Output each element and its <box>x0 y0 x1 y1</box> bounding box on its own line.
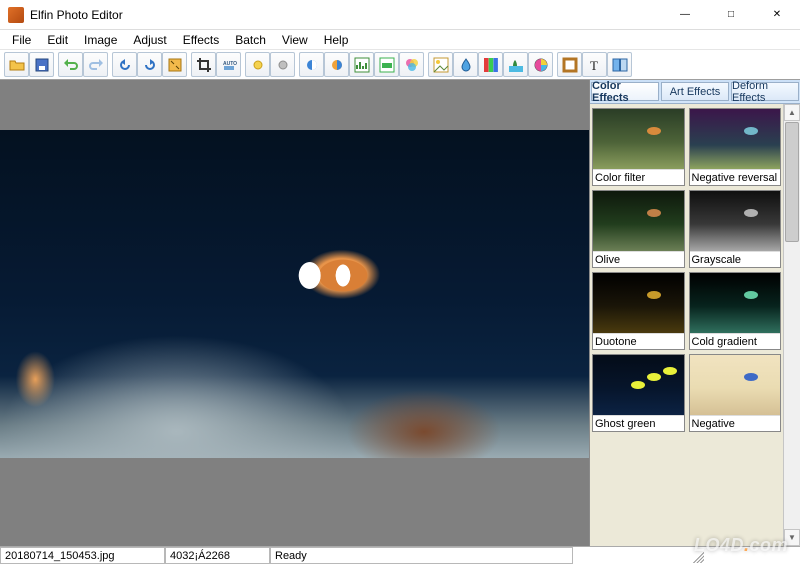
effect-label: Color filter <box>593 169 684 185</box>
levels-button[interactable] <box>374 52 399 77</box>
resize-button[interactable] <box>162 52 187 77</box>
contrast-button[interactable] <box>299 52 324 77</box>
open-button[interactable] <box>4 52 29 77</box>
status-dimensions: 4032¡Á2268 <box>165 547 270 564</box>
effect-cold-gradient[interactable]: Cold gradient <box>689 272 782 350</box>
effects-scrollbar[interactable]: ▲ ▼ <box>783 104 800 546</box>
color-balance-button[interactable] <box>399 52 424 77</box>
thumb-icon <box>690 273 781 333</box>
effect-label: Cold gradient <box>690 333 781 349</box>
effect-duotone[interactable]: Duotone <box>592 272 685 350</box>
maximize-button[interactable]: □ <box>708 0 754 29</box>
menu-adjust[interactable]: Adjust <box>125 31 174 49</box>
rotate-right-button[interactable] <box>137 52 162 77</box>
save-button[interactable] <box>29 52 54 77</box>
effects-tabs: Color Effects Art Effects Deform Effects <box>590 80 800 104</box>
effects-grid: Color filter Negative reversal film Oliv… <box>590 104 783 546</box>
toolbar: AUTO T <box>0 50 800 80</box>
app-icon <box>8 7 24 23</box>
brightness-up-button[interactable] <box>245 52 270 77</box>
scroll-thumb[interactable] <box>785 122 799 242</box>
menu-batch[interactable]: Batch <box>227 31 274 49</box>
status-ready: Ready <box>270 547 573 564</box>
effect-label: Grayscale <box>690 251 781 267</box>
water-drop-button[interactable] <box>453 52 478 77</box>
effect-negative[interactable]: Negative <box>689 354 782 432</box>
svg-text:T: T <box>590 58 598 73</box>
tropical-button[interactable] <box>503 52 528 77</box>
statusbar: 20180714_150453.jpg 4032¡Á2268 Ready <box>0 546 800 564</box>
histogram-green-button[interactable] <box>349 52 374 77</box>
effect-label: Ghost green <box>593 415 684 431</box>
effects-panel: Color Effects Art Effects Deform Effects… <box>589 80 800 546</box>
window-controls: — □ ✕ <box>662 0 800 29</box>
scroll-down-icon[interactable]: ▼ <box>784 529 800 546</box>
scroll-up-icon[interactable]: ▲ <box>784 104 800 121</box>
effect-ghost-green[interactable]: Ghost green <box>592 354 685 432</box>
thumb-icon <box>593 273 684 333</box>
effects-scroll: Color filter Negative reversal film Oliv… <box>590 104 800 546</box>
thumb-icon <box>593 191 684 251</box>
window-title: Elfin Photo Editor <box>30 8 662 22</box>
thumb-icon <box>690 109 781 169</box>
undo-button[interactable] <box>58 52 83 77</box>
menubar: File Edit Image Adjust Effects Batch Vie… <box>0 30 800 50</box>
thumb-icon <box>690 191 781 251</box>
minimize-button[interactable]: — <box>662 0 708 29</box>
thumb-icon <box>593 109 684 169</box>
effect-label: Negative reversal film <box>690 169 781 185</box>
canvas-image <box>0 130 589 458</box>
menu-edit[interactable]: Edit <box>39 31 76 49</box>
effect-grayscale[interactable]: Grayscale <box>689 190 782 268</box>
resize-grip-icon[interactable] <box>690 549 704 563</box>
frame-button[interactable] <box>557 52 582 77</box>
menu-file[interactable]: File <box>4 31 39 49</box>
compare-view-button[interactable] <box>607 52 632 77</box>
effect-label: Negative <box>690 415 781 431</box>
rotate-left-button[interactable] <box>112 52 137 77</box>
redo-disabled-button[interactable] <box>83 52 108 77</box>
brightness-down-button[interactable] <box>270 52 295 77</box>
canvas-pane[interactable] <box>0 80 589 546</box>
tab-color-effects[interactable]: Color Effects <box>591 82 659 101</box>
crop-button[interactable] <box>191 52 216 77</box>
effect-olive[interactable]: Olive <box>592 190 685 268</box>
text-tool-button[interactable]: T <box>582 52 607 77</box>
effect-label: Duotone <box>593 333 684 349</box>
window-titlebar: Elfin Photo Editor — □ ✕ <box>0 0 800 30</box>
thumb-icon <box>690 355 781 415</box>
effect-negative-reversal[interactable]: Negative reversal film <box>689 108 782 186</box>
status-filename: 20180714_150453.jpg <box>0 547 165 564</box>
thumb-icon <box>593 355 684 415</box>
effect-color-filter[interactable]: Color filter <box>592 108 685 186</box>
workspace: Color Effects Art Effects Deform Effects… <box>0 80 800 546</box>
effect-label: Olive <box>593 251 684 267</box>
rgb-channels-button[interactable] <box>478 52 503 77</box>
saturation-button[interactable] <box>324 52 349 77</box>
tab-art-effects[interactable]: Art Effects <box>661 82 729 101</box>
auto-adjust-button[interactable]: AUTO <box>216 52 241 77</box>
menu-help[interactable]: Help <box>316 31 357 49</box>
menu-view[interactable]: View <box>274 31 316 49</box>
tab-deform-effects[interactable]: Deform Effects <box>731 82 799 101</box>
close-button[interactable]: ✕ <box>754 0 800 29</box>
hue-wheel-button[interactable] <box>528 52 553 77</box>
vignette-sun-button[interactable] <box>428 52 453 77</box>
menu-effects[interactable]: Effects <box>175 31 227 49</box>
menu-image[interactable]: Image <box>76 31 125 49</box>
